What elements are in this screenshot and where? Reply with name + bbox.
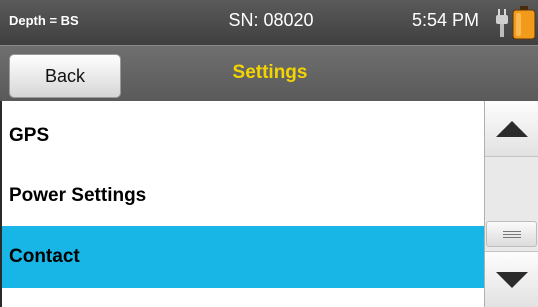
settings-list: GPS Power Settings Contact bbox=[0, 101, 484, 307]
back-button[interactable]: Back bbox=[9, 54, 121, 98]
list-item-label: GPS bbox=[9, 125, 50, 146]
page-title: Settings bbox=[232, 62, 308, 83]
grip-lines-icon bbox=[502, 230, 521, 238]
triangle-up-icon bbox=[495, 120, 528, 137]
status-bar: Depth = BS SN: 08020 5:54 PM bbox=[0, 0, 538, 45]
serial-number: SN: 08020 bbox=[228, 10, 314, 30]
title-bar: Back Settings bbox=[0, 45, 538, 101]
triangle-down-icon bbox=[495, 271, 528, 288]
scroll-up-button[interactable] bbox=[485, 101, 538, 157]
scroll-down-button[interactable] bbox=[485, 251, 538, 307]
scroll-thumb[interactable] bbox=[486, 221, 537, 247]
clock-time: 5:54 PM bbox=[412, 10, 480, 30]
scrollbar[interactable] bbox=[484, 101, 538, 307]
list-item-power-settings[interactable]: Power Settings bbox=[2, 165, 484, 227]
depth-indicator: Depth = BS bbox=[9, 13, 79, 28]
power-plug-icon bbox=[496, 9, 508, 37]
list-item-label: Contact bbox=[9, 246, 80, 267]
list-item-contact[interactable]: Contact bbox=[2, 226, 484, 288]
list-item-label: Power Settings bbox=[9, 185, 147, 206]
battery-icon bbox=[512, 6, 536, 40]
list-item-gps[interactable]: GPS bbox=[2, 105, 484, 167]
